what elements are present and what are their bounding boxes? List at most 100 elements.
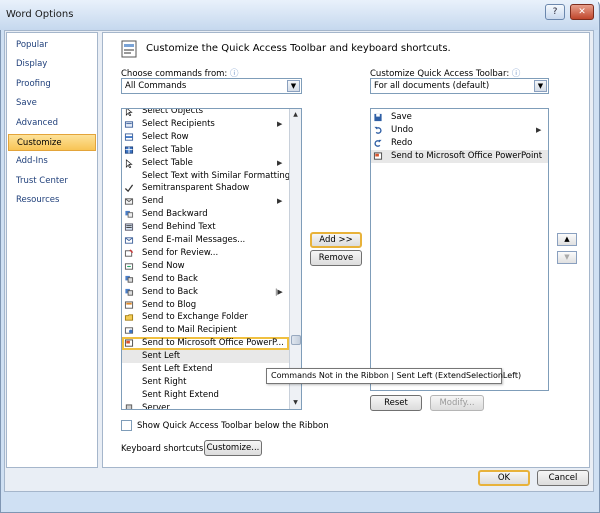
- list-item-label: Sent Left Extend: [142, 364, 213, 374]
- list-item-label: Send to Exchange Folder: [142, 312, 248, 323]
- undo-icon: [374, 126, 382, 134]
- reset-button[interactable]: Reset: [370, 395, 422, 411]
- list-item[interactable]: Server: [122, 402, 289, 410]
- list-item-label: Undo: [391, 124, 414, 135]
- nav-item-trust-center[interactable]: Trust Center: [8, 173, 96, 190]
- show-below-ribbon-label: Show Quick Access Toolbar below the Ribb…: [137, 421, 329, 431]
- list-item-label: Send to Microsoft Office PowerPoint: [391, 150, 543, 161]
- list-item[interactable]: Send E-mail Messages...: [122, 234, 289, 247]
- nav-item-resources[interactable]: Resources: [8, 192, 96, 209]
- choose-commands-value: All Commands: [125, 81, 187, 91]
- add-button[interactable]: Add >>: [310, 232, 362, 248]
- cursor-icon: [125, 158, 133, 168]
- list-item[interactable]: Send to Exchange Folder: [122, 311, 289, 324]
- list-item-label: Save: [391, 112, 412, 122]
- commands-list[interactable]: Select Objects Select Recipients ▶ Select R…: [121, 108, 302, 410]
- list-item-label: Select Row: [142, 131, 189, 142]
- choose-commands-dropdown[interactable]: All Commands ▼: [121, 78, 302, 94]
- list-item[interactable]: Send ▶: [122, 195, 289, 208]
- chevron-down-icon: ▼: [534, 80, 547, 92]
- list-item[interactable]: Select Text with Similar Formatting: [122, 170, 291, 183]
- send-icon: [124, 198, 134, 205]
- server-icon: [125, 404, 133, 409]
- title-bar: Word Options: [0, 0, 598, 30]
- keyboard-shortcuts-label: Keyboard shortcuts:: [121, 444, 207, 454]
- list-item-label: Sent Left: [142, 351, 181, 362]
- list-item-label: Send Behind Text: [142, 222, 216, 233]
- list-item[interactable]: Select Table: [122, 144, 289, 157]
- scroll-up-icon[interactable]: ▲: [290, 109, 301, 120]
- remove-button[interactable]: Remove: [310, 250, 362, 266]
- list-item[interactable]: Select Table ▶: [122, 157, 289, 170]
- nav-item-proofing[interactable]: Proofing: [8, 76, 96, 93]
- ok-button[interactable]: OK: [478, 470, 530, 486]
- list-item[interactable]: Send for Review...: [122, 247, 289, 260]
- cancel-button[interactable]: Cancel: [537, 470, 589, 486]
- move-down-button[interactable]: ▼: [557, 251, 577, 264]
- toolbar-items-list[interactable]: Save Undo ▶ Redo Send to Microsoft Office Po…: [370, 108, 549, 391]
- list-item[interactable]: Send to Back: [122, 273, 289, 286]
- list-item[interactable]: Undo ▶: [371, 124, 548, 137]
- cursor-icon: [125, 109, 133, 116]
- save-icon: [374, 113, 382, 122]
- list-item-label: Server: [142, 402, 170, 410]
- send-to-back-icon: [125, 288, 134, 296]
- review-icon: [124, 249, 134, 257]
- help-button[interactable]: ?: [545, 4, 565, 20]
- list-item-label: Select Table: [142, 144, 193, 155]
- list-item-label: Send to Blog: [142, 299, 197, 310]
- list-item[interactable]: Select Recipients ▶: [122, 118, 289, 131]
- submenu-arrow-icon: ▶: [277, 119, 283, 128]
- send-now-icon: [124, 263, 134, 270]
- command-tooltip: Commands Not in the Ribbon | Sent Left (…: [266, 368, 521, 384]
- show-below-ribbon-checkbox[interactable]: [121, 420, 132, 431]
- toolbar-scope-value: For all documents (default): [374, 81, 490, 91]
- table-icon: [124, 146, 134, 154]
- list-item[interactable]: Send Behind Text: [122, 221, 289, 234]
- submenu-arrow-icon: ▶: [536, 125, 542, 134]
- list-item[interactable]: Select Row: [122, 131, 289, 144]
- list-item-label: Sent Right Extend: [142, 389, 219, 400]
- list-item[interactable]: Semitransparent Shadow: [122, 182, 289, 195]
- list-item[interactable]: Redo: [371, 137, 548, 150]
- list-item-label: Send Backward: [142, 209, 208, 220]
- nav-item-customize[interactable]: Customize: [8, 134, 96, 151]
- modify-button[interactable]: Modify...: [430, 395, 484, 411]
- recipients-icon: [124, 121, 134, 128]
- toolbar-scope-dropdown[interactable]: For all documents (default) ▼: [370, 78, 549, 94]
- powerpoint-icon: [124, 339, 134, 347]
- list-item[interactable]: Send Now: [122, 260, 289, 273]
- close-button[interactable]: ✕: [570, 4, 594, 20]
- nav-item-save[interactable]: Save: [8, 95, 96, 112]
- list-item-label: Send to Mail Recipient: [142, 325, 237, 336]
- close-icon: ✕: [578, 7, 586, 17]
- list-item[interactable]: Sent Right: [122, 376, 289, 389]
- list-item[interactable]: Save: [371, 111, 548, 124]
- list-item[interactable]: Sent Left: [122, 350, 289, 364]
- email-icon: [124, 237, 134, 244]
- list-item-label: Select Recipients: [142, 118, 215, 129]
- list-item[interactable]: Send to Microsoft Office PowerP...: [122, 337, 289, 351]
- commands-scrollbar[interactable]: ▲ ▼: [289, 109, 301, 409]
- checkmark-icon: [124, 184, 134, 193]
- list-item-label: Select Text with Similar Formatting: [142, 170, 291, 181]
- send-behind-text-icon: [124, 223, 134, 231]
- list-item[interactable]: Select Objects: [122, 109, 289, 118]
- nav-item-display[interactable]: Display: [8, 56, 96, 73]
- list-item[interactable]: Send to Microsoft Office PowerPoint: [371, 149, 548, 163]
- nav-item-popular[interactable]: Popular: [8, 37, 96, 54]
- move-up-button[interactable]: ▲: [557, 233, 577, 246]
- list-item[interactable]: Sent Left Extend: [122, 363, 289, 376]
- nav-item-add-ins[interactable]: Add-Ins: [8, 153, 96, 170]
- scroll-thumb[interactable]: [291, 335, 301, 345]
- list-item-label: Send to Back: [142, 286, 198, 297]
- list-item[interactable]: Sent Right Extend: [122, 389, 289, 402]
- nav-item-advanced[interactable]: Advanced: [8, 115, 96, 132]
- list-item[interactable]: Send to Blog: [122, 299, 289, 312]
- customize-shortcuts-button[interactable]: Customize...: [204, 440, 262, 456]
- list-item[interactable]: Send Backward: [122, 208, 289, 221]
- scroll-down-icon[interactable]: ▼: [290, 397, 301, 408]
- table-row-icon: [124, 133, 134, 141]
- list-item[interactable]: Send to Back |▶: [122, 286, 289, 299]
- list-item[interactable]: Send to Mail Recipient: [122, 324, 289, 337]
